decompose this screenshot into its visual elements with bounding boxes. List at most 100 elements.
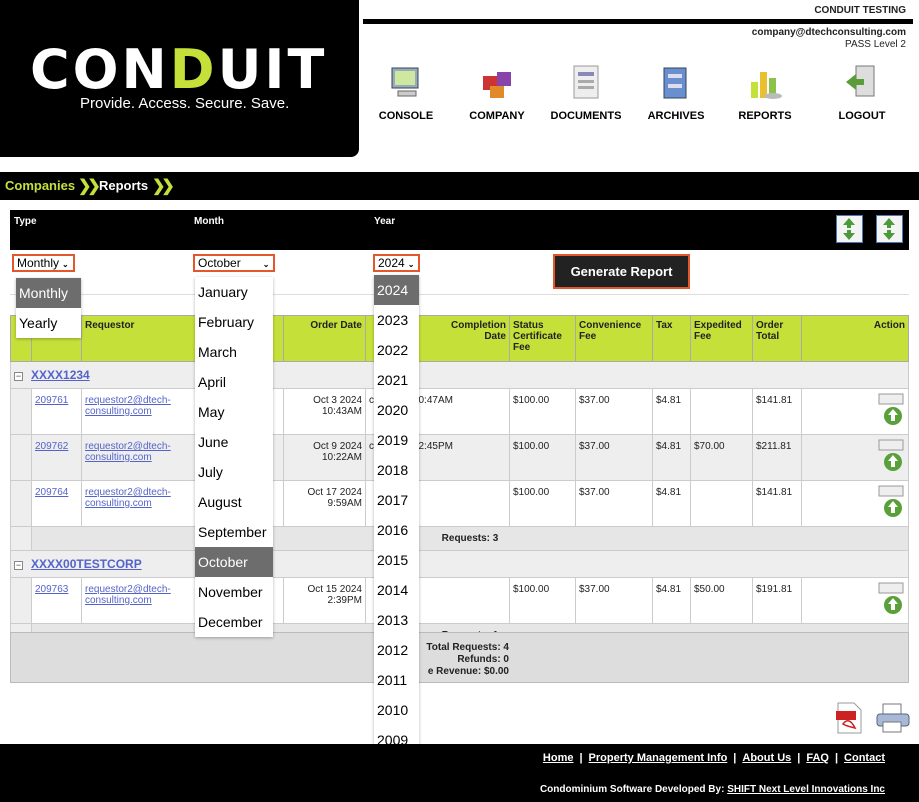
year-option[interactable]: 2016: [374, 515, 419, 545]
year-option[interactable]: 2020: [374, 395, 419, 425]
header-order-total: Order Total: [752, 315, 802, 362]
pdf-export-icon[interactable]: [834, 702, 864, 734]
year-option[interactable]: 2012: [374, 635, 419, 665]
year-option[interactable]: 2011: [374, 665, 419, 695]
order-id-link[interactable]: 209762: [35, 441, 68, 452]
year-dropdown-list: 2024 2023 2022 2021 2020 2019 2018 2017 2016 2015…: [374, 275, 419, 785]
month-option[interactable]: December: [195, 607, 273, 637]
order-id-cell: 209762: [31, 434, 82, 481]
year-option[interactable]: 2022: [374, 335, 419, 365]
year-option[interactable]: 2021: [374, 365, 419, 395]
footer-separator: |: [797, 752, 801, 764]
table-row: 209764 requestor2@dtech-consulting.com Oct…: [10, 480, 909, 527]
upload-icon[interactable]: [878, 393, 904, 427]
month-option[interactable]: September: [195, 517, 273, 547]
year-option[interactable]: 2023: [374, 305, 419, 335]
footer-link[interactable]: Home: [543, 752, 574, 764]
credit-link[interactable]: SHIFT Next Level Innovations Inc: [727, 784, 885, 795]
requestor-link[interactable]: requestor2@dtech-consulting.com: [85, 487, 175, 509]
collapse-group-icon[interactable]: −: [14, 372, 23, 381]
type-option[interactable]: Monthly: [16, 278, 81, 308]
expedited-fee-cell: $50.00: [690, 577, 753, 624]
footer-link[interactable]: About Us: [742, 752, 791, 764]
status-fee-cell: $100.00: [509, 480, 576, 527]
order-total-cell: $141.81: [752, 388, 802, 435]
table-row: 209761 requestor2@dtech-consulting.com Oct…: [10, 388, 909, 435]
company-name: CONDUIT TESTING: [814, 5, 906, 16]
nav-logout[interactable]: LOGOUT: [822, 62, 902, 122]
year-select[interactable]: 2024 ⌄: [373, 254, 421, 272]
group-summary: Requests: 3: [31, 526, 909, 551]
nav-documents[interactable]: DOCUMENTS: [546, 62, 626, 122]
order-total-cell: $191.81: [752, 577, 802, 624]
year-option[interactable]: 2015: [374, 545, 419, 575]
month-option[interactable]: October: [195, 547, 273, 577]
status-fee-cell: $100.00: [509, 434, 576, 481]
year-option[interactable]: 2018: [374, 455, 419, 485]
totals-summary: Total Requests: 4 Refunds: 0 e Revenue: …: [10, 632, 909, 683]
footer-link[interactable]: Contact: [844, 752, 885, 764]
year-option[interactable]: 2017: [374, 485, 419, 515]
order-date-cell: Oct 3 2024 10:43AM: [283, 388, 366, 435]
order-id-link[interactable]: 209763: [35, 584, 68, 595]
chevron-down-icon: ⌄: [262, 260, 270, 269]
group-link[interactable]: XXXX00TESTCORP: [31, 557, 142, 571]
type-select[interactable]: Monthly ⌄: [12, 254, 75, 272]
month-option[interactable]: August: [195, 487, 273, 517]
header-divider: [363, 19, 913, 24]
month-option[interactable]: February: [195, 307, 273, 337]
footer-link[interactable]: Property Management Info: [589, 752, 728, 764]
footer-links: Home | Property Management Info | About Us | F…: [543, 752, 885, 764]
nav-company[interactable]: COMPANY: [457, 62, 537, 122]
order-id-link[interactable]: 209764: [35, 487, 68, 498]
table-body: − XXXX1234 209761 requestor2@dtech-consulti…: [10, 361, 909, 648]
order-date-cell: Oct 9 2024 10:22AM: [283, 434, 366, 481]
upload-icon[interactable]: [878, 485, 904, 519]
chevron-right-icon: ❯❯: [78, 178, 101, 195]
chevron-down-icon: ⌄: [62, 260, 69, 269]
month-option[interactable]: January: [195, 277, 273, 307]
month-option[interactable]: July: [195, 457, 273, 487]
convenience-fee-cell: $37.00: [575, 480, 653, 527]
chevron-down-icon: ⌄: [407, 260, 415, 269]
year-option[interactable]: 2010: [374, 695, 419, 725]
group-link[interactable]: XXXX1234: [31, 368, 90, 382]
order-id-link[interactable]: 209761: [35, 395, 68, 406]
requestor-link[interactable]: requestor2@dtech-consulting.com: [85, 395, 175, 417]
tax-cell: $4.81: [652, 480, 691, 527]
archive-icon: [663, 67, 687, 99]
breadcrumb-companies[interactable]: Companies: [5, 178, 75, 193]
order-id-cell: 209764: [31, 480, 82, 527]
expand-all-button[interactable]: [836, 215, 863, 243]
requestor-link[interactable]: requestor2@dtech-consulting.com: [85, 584, 175, 606]
print-icon[interactable]: [875, 702, 911, 734]
divider: [10, 294, 909, 295]
year-option[interactable]: 2019: [374, 425, 419, 455]
month-option[interactable]: April: [195, 367, 273, 397]
upload-icon[interactable]: [878, 582, 904, 616]
main-nav: CONSOLE COMPANY DOCUMENTS ARCHIVES REPOR…: [366, 62, 916, 127]
convenience-fee-cell: $37.00: [575, 577, 653, 624]
nav-reports[interactable]: REPORTS: [725, 62, 805, 122]
upload-icon[interactable]: [878, 439, 904, 473]
generate-report-button[interactable]: Generate Report: [553, 254, 690, 289]
year-option[interactable]: 2013: [374, 605, 419, 635]
group-row: − XXXX00TESTCORP: [10, 550, 909, 578]
month-option[interactable]: November: [195, 577, 273, 607]
requestor-link[interactable]: requestor2@dtech-consulting.com: [85, 441, 175, 463]
year-option[interactable]: 2024: [374, 275, 419, 305]
month-select[interactable]: October ⌄: [193, 254, 276, 272]
month-option[interactable]: May: [195, 397, 273, 427]
type-option[interactable]: Yearly: [16, 308, 81, 338]
type-label: Type: [14, 216, 37, 227]
group-cell: − XXXX1234: [10, 361, 909, 389]
footer-link[interactable]: FAQ: [806, 752, 829, 764]
year-option[interactable]: 2014: [374, 575, 419, 605]
nav-console[interactable]: CONSOLE: [366, 62, 446, 122]
month-option[interactable]: March: [195, 337, 273, 367]
month-option[interactable]: June: [195, 427, 273, 457]
collapse-group-icon[interactable]: −: [14, 561, 23, 570]
nav-archives[interactable]: ARCHIVES: [636, 62, 716, 122]
group-summary-row: Requests: 3: [10, 526, 909, 551]
collapse-all-button[interactable]: [876, 215, 903, 243]
